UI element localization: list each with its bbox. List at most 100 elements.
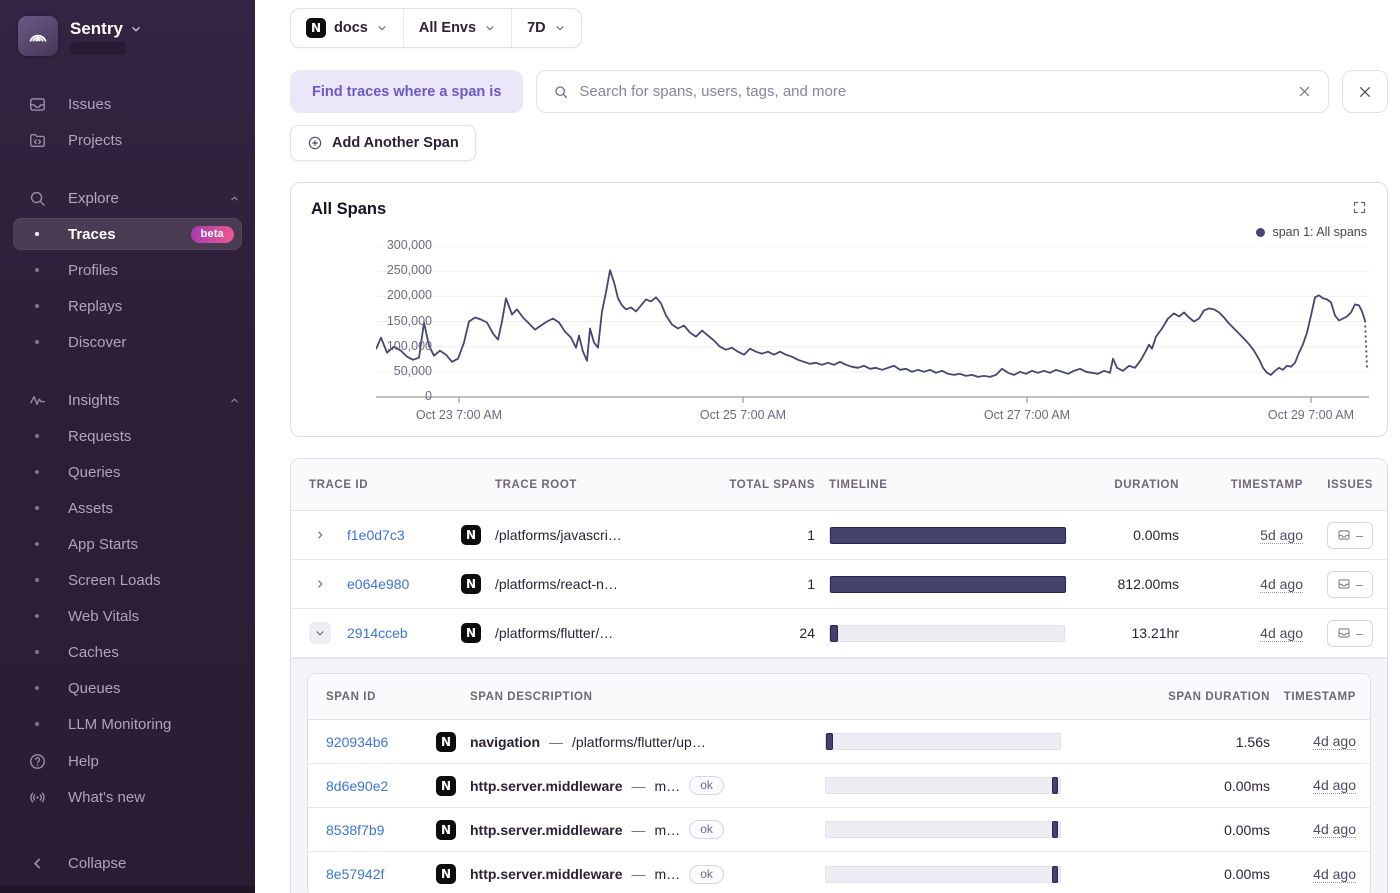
duration: 0.00ms: [1133, 527, 1179, 543]
timestamp[interactable]: 4d ago: [1313, 777, 1356, 794]
timestamp[interactable]: 4d ago: [1313, 866, 1356, 883]
span-id-link[interactable]: 8538f7b9: [326, 822, 422, 838]
span-row[interactable]: 8e57942f Nhttp.server.middleware — m… ok 0.00…: [308, 852, 1370, 893]
trace-table-header: TRACE ID TRACE ROOT TOTAL SPANS TIMELINE…: [291, 459, 1387, 511]
issues-button[interactable]: –: [1327, 619, 1373, 647]
project-selector[interactable]: N docs: [291, 9, 403, 47]
legend-label: span 1: All spans: [1272, 225, 1367, 239]
org-switcher[interactable]: Sentry: [70, 19, 142, 39]
expand-chart-icon[interactable]: [1352, 200, 1367, 215]
timestamp[interactable]: 4d ago: [1313, 733, 1356, 750]
sidebar-item-issues[interactable]: Issues: [0, 86, 255, 122]
sentry-logo-icon[interactable]: [18, 16, 58, 56]
sidebar-item-requests[interactable]: Requests: [0, 418, 255, 454]
span-id-link[interactable]: 8d6e90e2: [326, 778, 422, 794]
trace-table-panel: TRACE ID TRACE ROOT TOTAL SPANS TIMELINE…: [290, 458, 1388, 893]
sidebar-item-app-starts[interactable]: App Starts: [0, 526, 255, 562]
sidebar-section-insights[interactable]: Insights: [0, 382, 255, 418]
sidebar-section-explore[interactable]: Explore: [0, 180, 255, 216]
y-axis-label: 50,000: [393, 363, 432, 378]
span-desc-text: /platforms/flutter/up…: [572, 733, 706, 750]
timestamp[interactable]: 4d ago: [1313, 821, 1356, 838]
chevron-up-icon: [228, 394, 241, 407]
line-chart: [375, 245, 1369, 403]
span-id-link[interactable]: 920934b6: [326, 734, 422, 750]
nextjs-icon: N: [436, 775, 456, 796]
sidebar-item-traces[interactable]: Traces beta: [13, 218, 242, 250]
remove-span-button[interactable]: [1342, 70, 1388, 113]
timestamp[interactable]: 4d ago: [1260, 576, 1303, 593]
insights-icon: [26, 389, 48, 411]
sidebar-item-screen-loads[interactable]: Screen Loads: [0, 562, 255, 598]
timestamp[interactable]: 4d ago: [1260, 625, 1303, 642]
project-selector-label: docs: [334, 20, 368, 36]
total-spans: 1: [807, 576, 815, 592]
chart-legend[interactable]: span 1: All spans: [311, 224, 1367, 240]
sidebar-item-label: Issues: [68, 95, 112, 113]
sidebar-item-llm-monitoring[interactable]: LLM Monitoring: [0, 706, 255, 742]
sidebar-item-discover[interactable]: Discover: [0, 324, 255, 360]
date-range-selector[interactable]: 7D: [511, 9, 581, 47]
sidebar-section-label: Insights: [68, 391, 120, 409]
sidebar-item-caches[interactable]: Caches: [0, 634, 255, 670]
span-row[interactable]: 8d6e90e2 Nhttp.server.middleware — m… ok 0.00…: [308, 764, 1370, 808]
issues-button[interactable]: –: [1327, 570, 1373, 598]
issues-button[interactable]: –: [1327, 521, 1373, 549]
legend-dot: [1256, 227, 1266, 237]
sidebar-item-queries[interactable]: Queries: [0, 454, 255, 490]
y-axis-label: 250,000: [386, 263, 432, 278]
x-axis-label: Oct 23 7:00 AM: [415, 408, 503, 422]
sidebar-item-web-vitals[interactable]: Web Vitals: [0, 598, 255, 634]
bullet-icon: [26, 304, 48, 308]
span-row[interactable]: 920934b6 Nnavigation — /platforms/flutter/u…: [308, 720, 1370, 764]
span-search-box[interactable]: [536, 70, 1329, 113]
bullet-icon: [26, 268, 48, 272]
span-id-link[interactable]: 8e57942f: [326, 866, 422, 882]
add-another-span-button[interactable]: Add Another Span: [290, 125, 476, 161]
expand-row-icon[interactable]: [309, 573, 331, 595]
trace-root: /platforms/javascri…: [495, 527, 622, 543]
bullet-icon: [26, 506, 48, 510]
sidebar-item-queues[interactable]: Queues: [0, 670, 255, 706]
separator: —: [549, 733, 564, 750]
sidebar-footer: Help What's new: [0, 743, 255, 815]
table-row[interactable]: e064e980 N/platforms/react-n… 1 812.00ms 4d …: [291, 560, 1387, 609]
y-axis-label: 200,000: [386, 288, 432, 303]
sidebar-item-label: Projects: [68, 131, 123, 149]
trace-id-link[interactable]: e064e980: [347, 576, 447, 592]
date-range-selector-label: 7D: [527, 20, 546, 36]
sidebar-item-label: Assets: [68, 499, 114, 517]
collapse-button[interactable]: Collapse: [0, 845, 255, 881]
timeline-bar: [825, 733, 1061, 750]
table-row[interactable]: 2914cceb N/platforms/flutter/… 24 13.21hr 4d…: [291, 609, 1387, 658]
sidebar-item-help[interactable]: Help: [0, 743, 255, 779]
span-filter-row: Find traces where a span is: [290, 70, 1388, 113]
issues-count-placeholder: –: [1355, 625, 1364, 641]
span-row[interactable]: 8538f7b9 Nhttp.server.middleware — m… ok 0.00…: [308, 808, 1370, 852]
col-span-description: SPAN DESCRIPTION: [470, 690, 593, 703]
bullet-icon: [26, 686, 48, 690]
table-row[interactable]: f1e0d7c3 N/platforms/javascri… 1 0.00ms 5d a…: [291, 511, 1387, 560]
sidebar-item-label: Replays: [68, 297, 123, 315]
y-axis-label: 150,000: [386, 313, 432, 328]
trace-id-link[interactable]: f1e0d7c3: [347, 527, 447, 543]
sidebar-item-what-s-new[interactable]: What's new: [0, 779, 255, 815]
trace-id-link[interactable]: 2914cceb: [347, 625, 447, 641]
timestamp[interactable]: 5d ago: [1260, 527, 1303, 544]
sidebar-item-replays[interactable]: Replays: [0, 288, 255, 324]
sidebar-item-profiles[interactable]: Profiles: [0, 252, 255, 288]
sidebar-item-assets[interactable]: Assets: [0, 490, 255, 526]
clear-search-icon[interactable]: [1297, 84, 1312, 99]
status-badge: ok: [689, 776, 724, 795]
collapse-row-icon[interactable]: [309, 622, 331, 644]
span-search-input[interactable]: [579, 83, 1287, 100]
chevron-up-icon: [228, 192, 241, 205]
sidebar-item-projects[interactable]: Projects: [0, 122, 255, 158]
span-desc-text: m…: [654, 777, 681, 794]
chart-title: All Spans: [311, 200, 387, 218]
environment-selector[interactable]: All Envs: [402, 9, 511, 47]
app-root: Sentry Issues Projects Explore Traces beta Pr…: [0, 0, 1400, 893]
expand-row-icon[interactable]: [309, 524, 331, 546]
sidebar-item-label: App Starts: [68, 535, 139, 553]
bullet-icon: [26, 232, 48, 236]
